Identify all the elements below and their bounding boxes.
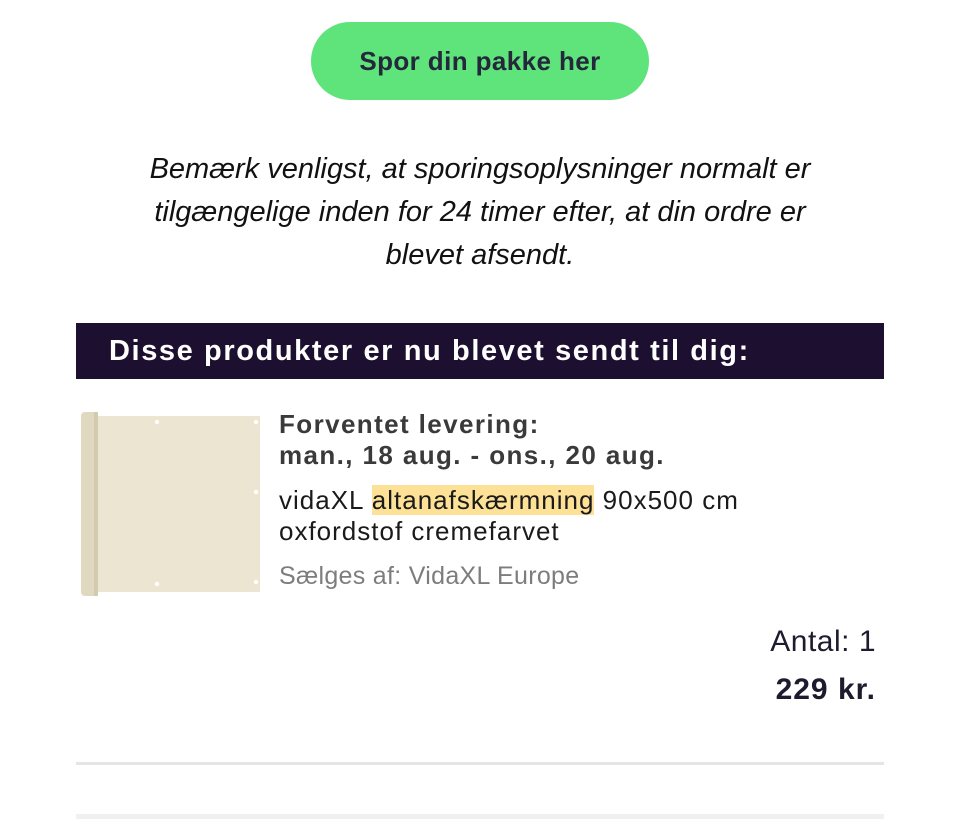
cream-balcony-screen-image bbox=[81, 412, 260, 596]
notice-line-1: Bemærk venligst, at sporingsoplysninger … bbox=[149, 153, 811, 185]
seller-text: Sælges af: VidaXL Europe bbox=[279, 562, 580, 590]
product-size: 90x500 cm bbox=[602, 485, 739, 515]
product-brand: vidaXL bbox=[279, 485, 364, 515]
banner-title: Disse produkter er nu blevet sendt til d… bbox=[109, 334, 750, 367]
tracking-notice: Bemærk venligst, at sporingsoplysninger … bbox=[80, 148, 880, 277]
delivery-label: Forventet levering: bbox=[279, 409, 540, 439]
product-info: Forventet levering: man., 18 aug. - ons.… bbox=[279, 409, 879, 592]
shipped-products-banner: Disse produkter er nu blevet sendt til d… bbox=[76, 323, 884, 379]
product-title[interactable]: vidaXL altanafskærmning 90x500 cm oxford… bbox=[279, 485, 879, 547]
product-title-line-2: oxfordstof cremefarvet bbox=[279, 516, 560, 546]
price: 229 kr. bbox=[775, 673, 876, 706]
notice-line-3: blevet afsendt. bbox=[385, 239, 575, 271]
product-title-line-1: vidaXL altanafskærmning 90x500 cm bbox=[279, 485, 879, 516]
quantity: Antal: 1 bbox=[770, 624, 876, 660]
notice-line-2: tilgængelige inden for 24 timer efter, a… bbox=[154, 196, 806, 228]
product-title-highlight: altanafskærmning bbox=[371, 485, 595, 515]
track-package-button[interactable]: Spor din pakke her bbox=[311, 22, 649, 100]
divider bbox=[76, 762, 884, 765]
product-image[interactable] bbox=[80, 412, 262, 596]
delivery-dates: man., 18 aug. - ons., 20 aug. bbox=[279, 440, 665, 470]
quantity-value: 1 bbox=[858, 625, 876, 658]
quantity-label: Antal: bbox=[770, 625, 850, 658]
divider bbox=[76, 814, 884, 819]
